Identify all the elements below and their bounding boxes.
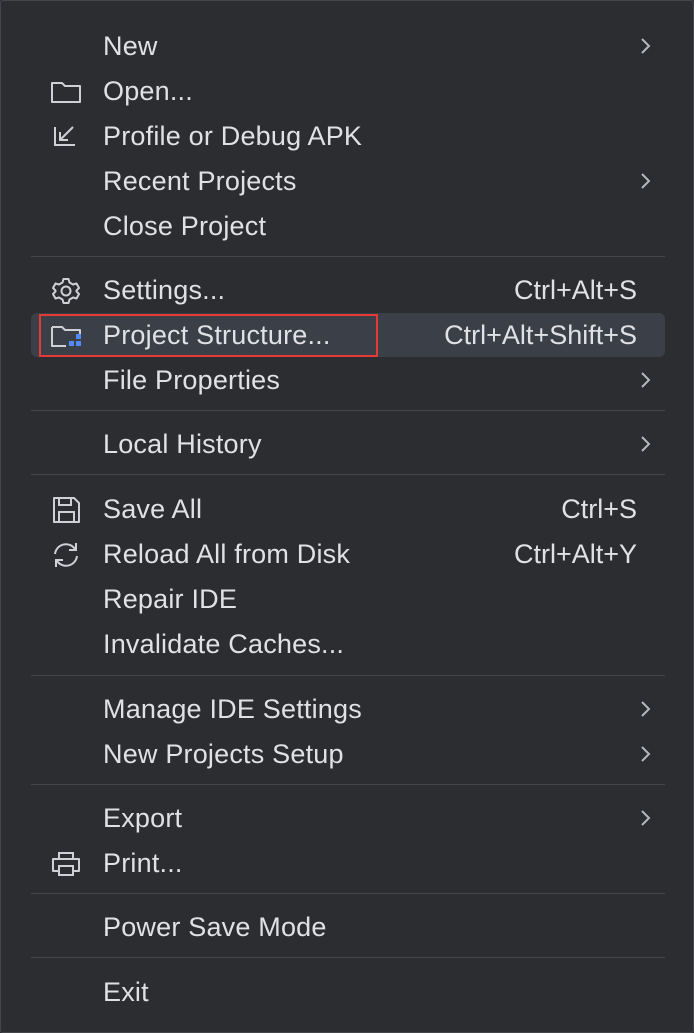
menu-item-recent-projects-label: Recent Projects: [103, 166, 297, 196]
menu-separator: [31, 893, 665, 894]
menu-item-manage-ide-settings[interactable]: Manage IDE Settings: [31, 687, 665, 731]
menu-separator: [31, 957, 665, 958]
menu-item-new-projects-setup-label: New Projects Setup: [103, 739, 344, 769]
menu-item-export[interactable]: Export: [31, 796, 665, 840]
chevron-right-icon: [641, 436, 651, 452]
menu-item-exit-label: Exit: [103, 977, 149, 1007]
menu-item-settings[interactable]: Settings... Ctrl+Alt+S: [31, 268, 665, 312]
menu-item-open-label: Open...: [103, 76, 193, 106]
menu-item-print[interactable]: Print...: [31, 841, 665, 885]
menu-item-project-structure[interactable]: Project Structure... Ctrl+Alt+Shift+S: [31, 313, 665, 357]
printer-icon: [49, 850, 83, 878]
menu-item-save-all-shortcut: Ctrl+S: [561, 494, 637, 524]
menu-item-repair-ide-label: Repair IDE: [103, 584, 238, 614]
chevron-right-icon: [641, 372, 651, 388]
menu-item-power-save-mode[interactable]: Power Save Mode: [31, 905, 665, 949]
menu-item-close-project[interactable]: Close Project: [31, 204, 665, 248]
floppy-disk-icon: [49, 496, 83, 524]
menu-item-file-properties[interactable]: File Properties: [31, 358, 665, 402]
menu-item-exit[interactable]: Exit: [31, 970, 665, 1014]
menu-item-export-label: Export: [103, 803, 183, 833]
menu-item-manage-ide-settings-label: Manage IDE Settings: [103, 694, 362, 724]
menu-item-print-label: Print...: [103, 848, 183, 878]
menu-separator: [31, 784, 665, 785]
menu-separator: [31, 410, 665, 411]
folder-icon: [49, 78, 83, 106]
menu-item-project-structure-shortcut: Ctrl+Alt+Shift+S: [444, 320, 637, 350]
menu-item-file-properties-label: File Properties: [103, 365, 281, 395]
menu-item-local-history[interactable]: Local History: [31, 422, 665, 466]
menu-item-settings-shortcut: Ctrl+Alt+S: [513, 275, 637, 305]
menu-item-save-all[interactable]: Save All Ctrl+S: [31, 487, 665, 531]
menu-item-profile-debug-apk-label: Profile or Debug APK: [103, 121, 363, 151]
menu-item-open[interactable]: Open...: [31, 69, 665, 113]
menu-item-profile-debug-apk[interactable]: Profile or Debug APK: [31, 114, 665, 158]
menu-item-power-save-mode-label: Power Save Mode: [103, 912, 327, 942]
chevron-right-icon: [641, 810, 651, 826]
menu-separator: [31, 675, 665, 676]
menu-item-project-structure-label: Project Structure...: [103, 320, 331, 350]
folder-structure-icon: [49, 322, 83, 350]
menu-item-new-label: New: [103, 31, 158, 61]
menu-item-new[interactable]: New: [31, 24, 665, 68]
menu-item-invalidate-caches-label: Invalidate Caches...: [103, 629, 345, 659]
chevron-right-icon: [641, 38, 651, 54]
menu-item-new-projects-setup[interactable]: New Projects Setup: [31, 732, 665, 776]
gear-icon: [49, 277, 83, 305]
chevron-right-icon: [641, 173, 651, 189]
menu-item-recent-projects[interactable]: Recent Projects: [31, 159, 665, 203]
menu-item-reload-all-from-disk[interactable]: Reload All from Disk Ctrl+Alt+Y: [31, 532, 665, 576]
menu-separator: [31, 474, 665, 475]
menu-item-save-all-label: Save All: [103, 494, 203, 524]
menu-item-invalidate-caches[interactable]: Invalidate Caches...: [31, 622, 665, 666]
refresh-icon: [49, 541, 83, 569]
file-menu: New Open... Profile or Debug APK Recent …: [0, 0, 694, 1033]
arrow-down-left-icon: [49, 123, 83, 151]
menu-item-close-project-label: Close Project: [103, 211, 267, 241]
menu-separator: [31, 256, 665, 257]
menu-item-reload-all-from-disk-label: Reload All from Disk: [103, 539, 351, 569]
menu-item-reload-all-from-disk-shortcut: Ctrl+Alt+Y: [513, 539, 637, 569]
menu-item-repair-ide[interactable]: Repair IDE: [31, 577, 665, 621]
menu-item-settings-label: Settings...: [103, 275, 226, 305]
chevron-right-icon: [641, 701, 651, 717]
chevron-right-icon: [641, 746, 651, 762]
menu-item-local-history-label: Local History: [103, 429, 262, 459]
